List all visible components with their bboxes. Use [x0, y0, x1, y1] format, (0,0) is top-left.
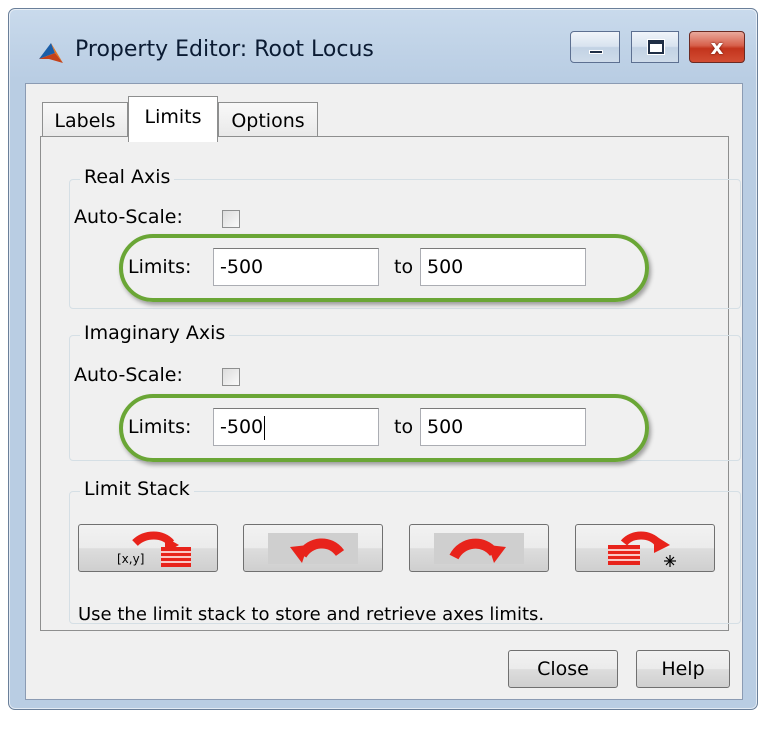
title-bar[interactable]: Property Editor: Root Locus x	[9, 9, 757, 87]
limit-stack-title: Limit Stack	[80, 478, 194, 500]
imaginary-autoscale-checkbox[interactable]	[222, 368, 240, 386]
minimize-icon	[589, 50, 603, 54]
dialog-client-area: Labels Limits Options Real Axis Auto-Sca…	[25, 83, 743, 700]
tab-options[interactable]: Options	[218, 102, 318, 140]
window-title: Property Editor: Root Locus	[75, 37, 374, 62]
imaginary-autoscale-label: Auto-Scale:	[74, 364, 183, 386]
redo-limits-button[interactable]	[409, 524, 549, 572]
undo-arrow-icon	[290, 538, 345, 563]
store-limits-icon: [x,y]	[117, 531, 191, 567]
close-icon: x	[710, 35, 724, 59]
real-max-limit-input[interactable]: 500	[420, 248, 586, 286]
real-autoscale-label: Auto-Scale:	[74, 206, 183, 228]
real-axis-title: Real Axis	[80, 166, 175, 188]
undo-limits-button[interactable]	[243, 524, 383, 572]
close-button[interactable]: Close	[508, 650, 618, 688]
real-min-limit-input[interactable]: -500	[213, 248, 379, 286]
property-editor-window: Property Editor: Root Locus x Labels Lim…	[8, 8, 758, 710]
real-axis-group: Real Axis Auto-Scale: Limits: -500 to 50…	[69, 166, 741, 309]
imaginary-min-value: -500	[220, 416, 264, 438]
imaginary-limits-label: Limits:	[128, 416, 192, 438]
close-window-button[interactable]: x	[689, 31, 745, 63]
tab-labels[interactable]: Labels	[42, 102, 128, 140]
imaginary-max-limit-input[interactable]: 500	[420, 408, 586, 446]
limits-tab-panel: Real Axis Auto-Scale: Limits: -500 to 50…	[40, 136, 741, 631]
clear-stack-icon	[608, 531, 676, 567]
maximize-button[interactable]	[631, 31, 679, 63]
store-limits-glyph-text: [x,y]	[117, 552, 144, 566]
imaginary-to-label: to	[394, 416, 414, 438]
real-limits-label: Limits:	[128, 256, 192, 278]
minimize-button[interactable]	[570, 31, 620, 63]
limit-stack-description: Use the limit stack to store and retriev…	[78, 604, 545, 625]
help-button[interactable]: Help	[636, 650, 730, 688]
clear-stack-button[interactable]	[575, 524, 715, 572]
real-to-label: to	[394, 256, 414, 278]
matlab-icon	[39, 43, 63, 63]
real-autoscale-checkbox[interactable]	[222, 210, 240, 228]
store-limits-button[interactable]: [x,y]	[78, 524, 218, 572]
redo-arrow-icon	[449, 538, 506, 563]
maximize-icon	[648, 40, 664, 54]
text-caret	[264, 415, 266, 440]
imaginary-min-limit-input[interactable]: -500	[213, 408, 379, 446]
imaginary-axis-group: Imaginary Axis Auto-Scale: Limits: -500 …	[69, 322, 741, 461]
tab-limits[interactable]: Limits	[128, 96, 218, 142]
limit-stack-group: Limit Stack [x,y] Use the limit stack to…	[69, 478, 741, 625]
imaginary-axis-title: Imaginary Axis	[80, 322, 230, 344]
